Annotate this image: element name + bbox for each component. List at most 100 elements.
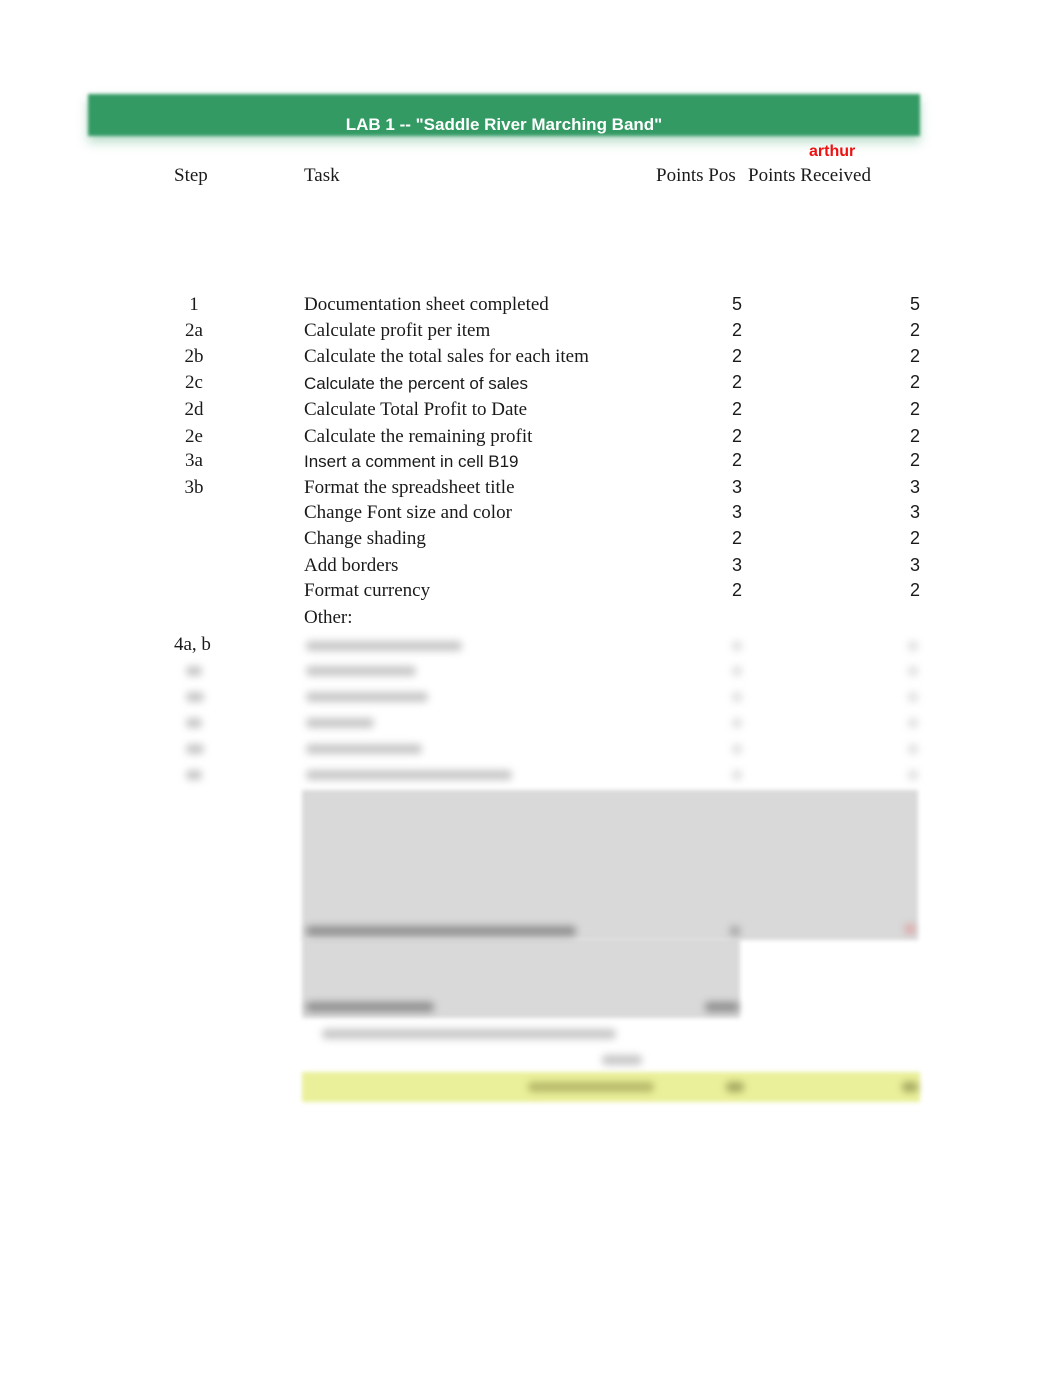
blurred-text: [732, 666, 742, 676]
task-cell: Calculate Total Profit to Date: [304, 399, 528, 420]
column-header-points-received: Points Received: [748, 165, 871, 186]
points-received-cell: 2: [909, 580, 920, 600]
table-row: 1 Documentation sheet completed 5 5: [0, 294, 1062, 320]
step-cell: 3a: [185, 450, 203, 471]
shaded-summary-box: [302, 790, 918, 940]
blurred-text: [306, 692, 428, 702]
blurred-text: [732, 718, 742, 728]
points-received-cell: 2: [909, 450, 920, 470]
step-cell: 4a, b: [174, 634, 211, 655]
points-possible-cell: 2: [731, 450, 742, 470]
step-cell: 2a: [185, 320, 203, 341]
step-cell: 2e: [185, 426, 203, 447]
blurred-text: [705, 1002, 739, 1012]
blurred-text: [908, 770, 918, 780]
blurred-text: [306, 1002, 434, 1012]
task-cell: Format the spreadsheet title: [304, 477, 515, 498]
points-received-cell: 3: [909, 502, 920, 522]
table-row: Format currency 2 2: [0, 580, 1062, 606]
points-possible-cell: 2: [731, 528, 742, 548]
blurred-text: [322, 1029, 616, 1039]
table-row: 2a Calculate profit per item 2 2: [0, 320, 1062, 346]
table-row: Add borders 3 3: [0, 555, 1062, 581]
task-cell: Insert a comment in cell B19: [304, 452, 519, 471]
table-row: 2b Calculate the total sales for each it…: [0, 346, 1062, 372]
blurred-text: [602, 1055, 642, 1065]
blurred-text: [908, 692, 918, 702]
points-received-cell: 3: [909, 555, 920, 575]
points-possible-cell: 2: [731, 399, 742, 419]
blurred-text: [306, 666, 416, 676]
table-row: Change Font size and color 3 3: [0, 502, 1062, 528]
table-row: 3a Insert a comment in cell B19 2 2: [0, 450, 1062, 476]
step-cell: 2c: [185, 372, 203, 393]
column-header-step: Step: [174, 165, 208, 186]
blurred-text: [732, 744, 742, 754]
blurred-text: [908, 666, 918, 676]
task-cell: Calculate the remaining profit: [304, 426, 533, 447]
points-possible-cell: 5: [731, 294, 742, 314]
points-possible-cell: 2: [731, 426, 742, 446]
table-row: 2d Calculate Total Profit to Date 2 2: [0, 399, 1062, 425]
points-possible-cell: 2: [731, 580, 742, 600]
points-possible-cell: 3: [731, 555, 742, 575]
points-received-cell: 2: [909, 320, 920, 340]
page-title: LAB 1 -- "Saddle River Marching Band": [345, 115, 663, 134]
task-cell: Add borders: [304, 555, 399, 576]
points-possible-cell: 2: [731, 320, 742, 340]
blurred-text: [528, 1082, 654, 1092]
table-row: 3b Format the spreadsheet title 3 3: [0, 477, 1062, 503]
step-cell: 3b: [184, 477, 204, 498]
table-row: 2e Calculate the remaining profit 2 2: [0, 426, 1062, 452]
points-received-cell: 5: [909, 294, 920, 314]
blurred-text: [306, 641, 462, 651]
points-possible-cell: 3: [731, 477, 742, 497]
blurred-text: [186, 770, 202, 780]
task-cell: Calculate the percent of sales: [304, 374, 528, 393]
blurred-text: [908, 744, 918, 754]
task-cell: Documentation sheet completed: [304, 294, 549, 315]
table-row: Change shading 2 2: [0, 528, 1062, 554]
blurred-text: [186, 666, 202, 676]
points-received-cell: 2: [909, 426, 920, 446]
column-header-task: Task: [304, 165, 340, 186]
blurred-text: [732, 641, 742, 651]
grader-name: arthur: [809, 143, 856, 160]
blurred-text: [732, 770, 742, 780]
points-possible-cell: 2: [731, 372, 742, 392]
column-header-points-possible: Points Pos: [656, 165, 736, 186]
blurred-text: [306, 718, 374, 728]
task-cell: Calculate the total sales for each item: [304, 346, 589, 367]
blurred-text: [186, 744, 204, 754]
blurred-text: [732, 692, 742, 702]
blurred-text: [306, 770, 512, 780]
task-cell: Format currency: [304, 580, 431, 601]
task-cell: Calculate profit per item: [304, 320, 491, 341]
blurred-text: [306, 744, 422, 754]
blurred-text: [730, 926, 740, 936]
table-row: 4a, b: [0, 634, 1062, 660]
blurred-text: [186, 718, 202, 728]
points-possible-cell: 2: [731, 346, 742, 366]
points-possible-cell: 3: [731, 502, 742, 522]
blurred-text: [902, 1082, 918, 1092]
table-row: Other:: [0, 607, 1062, 633]
blurred-text: [726, 1082, 744, 1092]
points-received-cell: 2: [909, 346, 920, 366]
table-row: 2c Calculate the percent of sales 2 2: [0, 372, 1062, 398]
points-received-cell: 2: [909, 528, 920, 548]
blurred-text: [306, 926, 576, 936]
step-cell: 2d: [184, 399, 204, 420]
task-cell: Other:: [304, 607, 353, 628]
task-cell: Change shading: [304, 528, 426, 549]
step-cell: 2b: [184, 346, 204, 367]
step-cell: 1: [189, 294, 199, 315]
points-received-cell: 2: [909, 399, 920, 419]
points-received-cell: 3: [909, 477, 920, 497]
points-received-cell: 2: [909, 372, 920, 392]
blurred-text: [908, 641, 918, 651]
blurred-text: [186, 692, 204, 702]
blurred-text: [908, 718, 918, 728]
blurred-text: [905, 924, 915, 934]
task-cell: Change Font size and color: [304, 502, 512, 523]
